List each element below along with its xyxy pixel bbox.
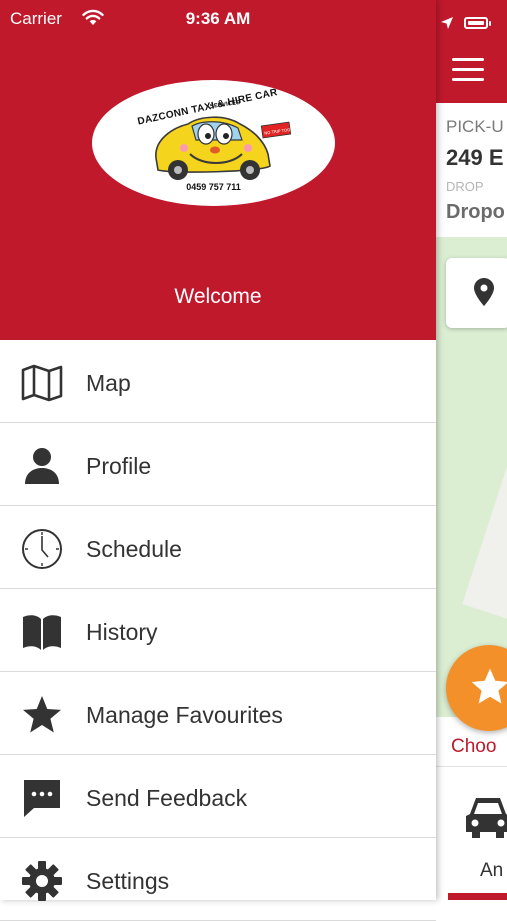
dropoff-label: DROP [446,179,484,194]
menu-label: History [86,619,158,645]
status-bar-right [436,6,507,30]
menu-label: Profile [86,453,152,479]
person-icon [25,448,59,484]
star-icon [471,668,507,704]
logo-phone: 0459 757 711 [186,182,241,192]
dropoff-address[interactable]: Dropo [446,201,505,224]
trip-address-panel: PICK-U 249 E DROP Dropo [436,103,507,238]
choose-favourite-link[interactable]: Choo [451,736,496,758]
navigation-drawer: Carrier 9:36 AM NO TRIP TOO SHORT DAZCON… [0,0,436,921]
main-screen-peek: PICK-U 249 E DROP Dropo Choo An [436,0,507,900]
hamburger-menu-button[interactable] [452,58,484,82]
menu-item-history[interactable]: History [0,589,436,672]
menu-label: Map [86,370,131,396]
location-arrow-icon [441,17,453,29]
drawer-menu: Map Profile Schedule History Manage Favo… [0,340,436,921]
gear-icon [22,861,62,901]
status-time: 9:36 AM [185,9,251,28]
menu-item-settings[interactable]: Settings [0,838,436,921]
menu-label: Send Feedback [86,785,248,811]
menu-label: Manage Favourites [86,702,283,728]
star-icon [23,696,61,733]
car-icon [466,798,507,838]
company-logo: NO TRIP TOO SHORT DAZCONN TAXI & HIRE CA… [92,80,335,206]
selected-indicator [448,893,507,900]
menu-item-manage-favourites[interactable]: Manage Favourites [0,672,436,755]
menu-label: Schedule [86,536,182,562]
clock-icon [22,529,62,569]
status-bar: Carrier 9:36 AM [0,0,436,38]
menu-item-map[interactable]: Map [0,340,436,423]
menu-item-send-feedback[interactable]: Send Feedback [0,755,436,838]
battery-icon [464,17,488,29]
pickup-address[interactable]: 249 E [446,145,504,171]
location-pin-icon [474,278,494,306]
pickup-label: PICK-U [446,117,504,136]
map-icon [21,364,63,402]
menu-item-schedule[interactable]: Schedule [0,506,436,589]
menu-label: Settings [86,868,170,894]
book-icon [23,615,61,650]
welcome-text: Welcome [174,285,262,308]
menu-item-profile[interactable]: Profile [0,423,436,506]
chat-icon [24,780,60,817]
vehicle-type-label[interactable]: An [480,860,503,882]
drawer-header: Carrier 9:36 AM NO TRIP TOO SHORT DAZCON… [0,0,436,340]
